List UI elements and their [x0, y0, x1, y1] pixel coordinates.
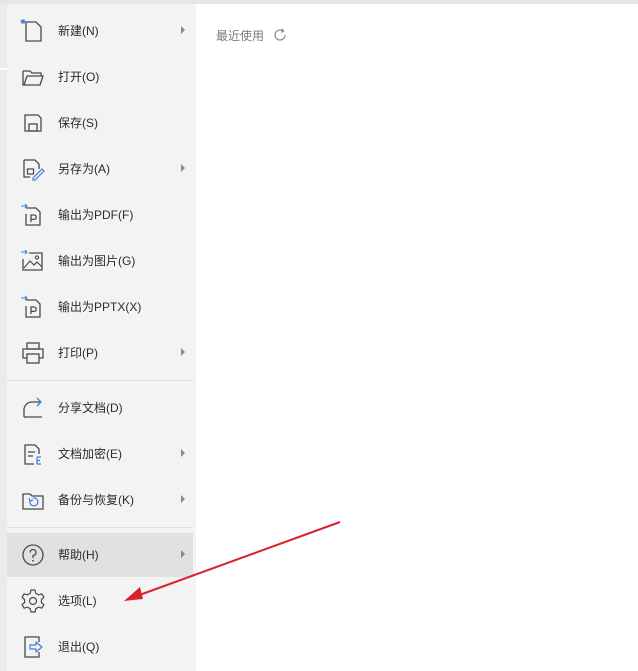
recent-title: 最近使用 — [216, 28, 265, 43]
menu-item-save-as[interactable]: 另存为(A) — [7, 147, 193, 191]
menu-item-help[interactable]: 帮助(H) — [7, 533, 193, 577]
recent-header: 最近使用 — [216, 26, 288, 44]
encrypt-document-icon — [19, 440, 47, 468]
folder-open-icon — [19, 63, 47, 91]
chevron-right-icon — [181, 164, 185, 172]
menu-item-save[interactable]: 保存(S) — [7, 101, 193, 145]
chevron-right-icon — [181, 26, 185, 34]
menu-item-label: 输出为PPTX(X) — [58, 300, 142, 314]
chevron-right-icon — [181, 449, 185, 457]
printer-icon — [19, 339, 47, 367]
menu-separator — [7, 380, 193, 381]
menu-item-label: 分享文档(D) — [58, 401, 123, 415]
menu-item-export-pptx[interactable]: 输出为PPTX(X) — [7, 285, 193, 329]
menu-item-open[interactable]: 打开(O) — [7, 55, 193, 99]
menu-separator — [7, 527, 193, 528]
menu-item-label: 打开(O) — [58, 70, 100, 84]
export-image-icon — [19, 247, 47, 275]
menu-item-encrypt[interactable]: 文档加密(E) — [7, 432, 193, 476]
left-window-edge — [0, 4, 7, 671]
save-as-icon — [19, 155, 47, 183]
menu-item-label: 帮助(H) — [58, 548, 99, 562]
menu-item-label: 输出为PDF(F) — [58, 208, 134, 222]
menu-item-new[interactable]: 新建(N) — [7, 9, 193, 53]
menu-item-label: 打印(P) — [58, 346, 98, 360]
menu-item-print[interactable]: 打印(P) — [7, 331, 193, 375]
menu-item-label: 保存(S) — [58, 116, 98, 130]
menu-item-label: 新建(N) — [58, 24, 99, 38]
menu-item-label: 备份与恢复(K) — [58, 493, 134, 507]
menu-item-label: 退出(Q) — [58, 640, 100, 654]
chevron-right-icon — [181, 348, 185, 356]
menu-item-export-image[interactable]: 输出为图片(G) — [7, 239, 193, 283]
export-pdf-icon — [19, 201, 47, 229]
share-icon — [19, 394, 47, 422]
save-icon — [19, 109, 47, 137]
chevron-right-icon — [181, 550, 185, 558]
file-menu: 新建(N) 打开(O) 保存(S) 另存为(A) 输出为PDF(F) 输出为图片… — [7, 4, 196, 671]
menu-item-label: 输出为图片(G) — [58, 254, 136, 268]
backup-restore-icon — [19, 486, 47, 514]
export-pptx-icon — [19, 293, 47, 321]
gear-icon — [19, 587, 47, 615]
menu-item-share[interactable]: 分享文档(D) — [7, 386, 193, 430]
refresh-icon[interactable] — [272, 27, 288, 43]
menu-item-label: 选项(L) — [58, 594, 97, 608]
new-file-icon — [19, 17, 47, 45]
menu-item-label: 另存为(A) — [58, 162, 110, 176]
menu-item-options[interactable]: 选项(L) — [7, 579, 193, 623]
menu-item-label: 文档加密(E) — [58, 447, 122, 461]
exit-icon — [19, 633, 47, 661]
menu-item-backup[interactable]: 备份与恢复(K) — [7, 478, 193, 522]
help-icon — [19, 541, 47, 569]
menu-item-exit[interactable]: 退出(Q) — [7, 625, 193, 669]
chevron-right-icon — [181, 495, 185, 503]
menu-item-export-pdf[interactable]: 输出为PDF(F) — [7, 193, 193, 237]
